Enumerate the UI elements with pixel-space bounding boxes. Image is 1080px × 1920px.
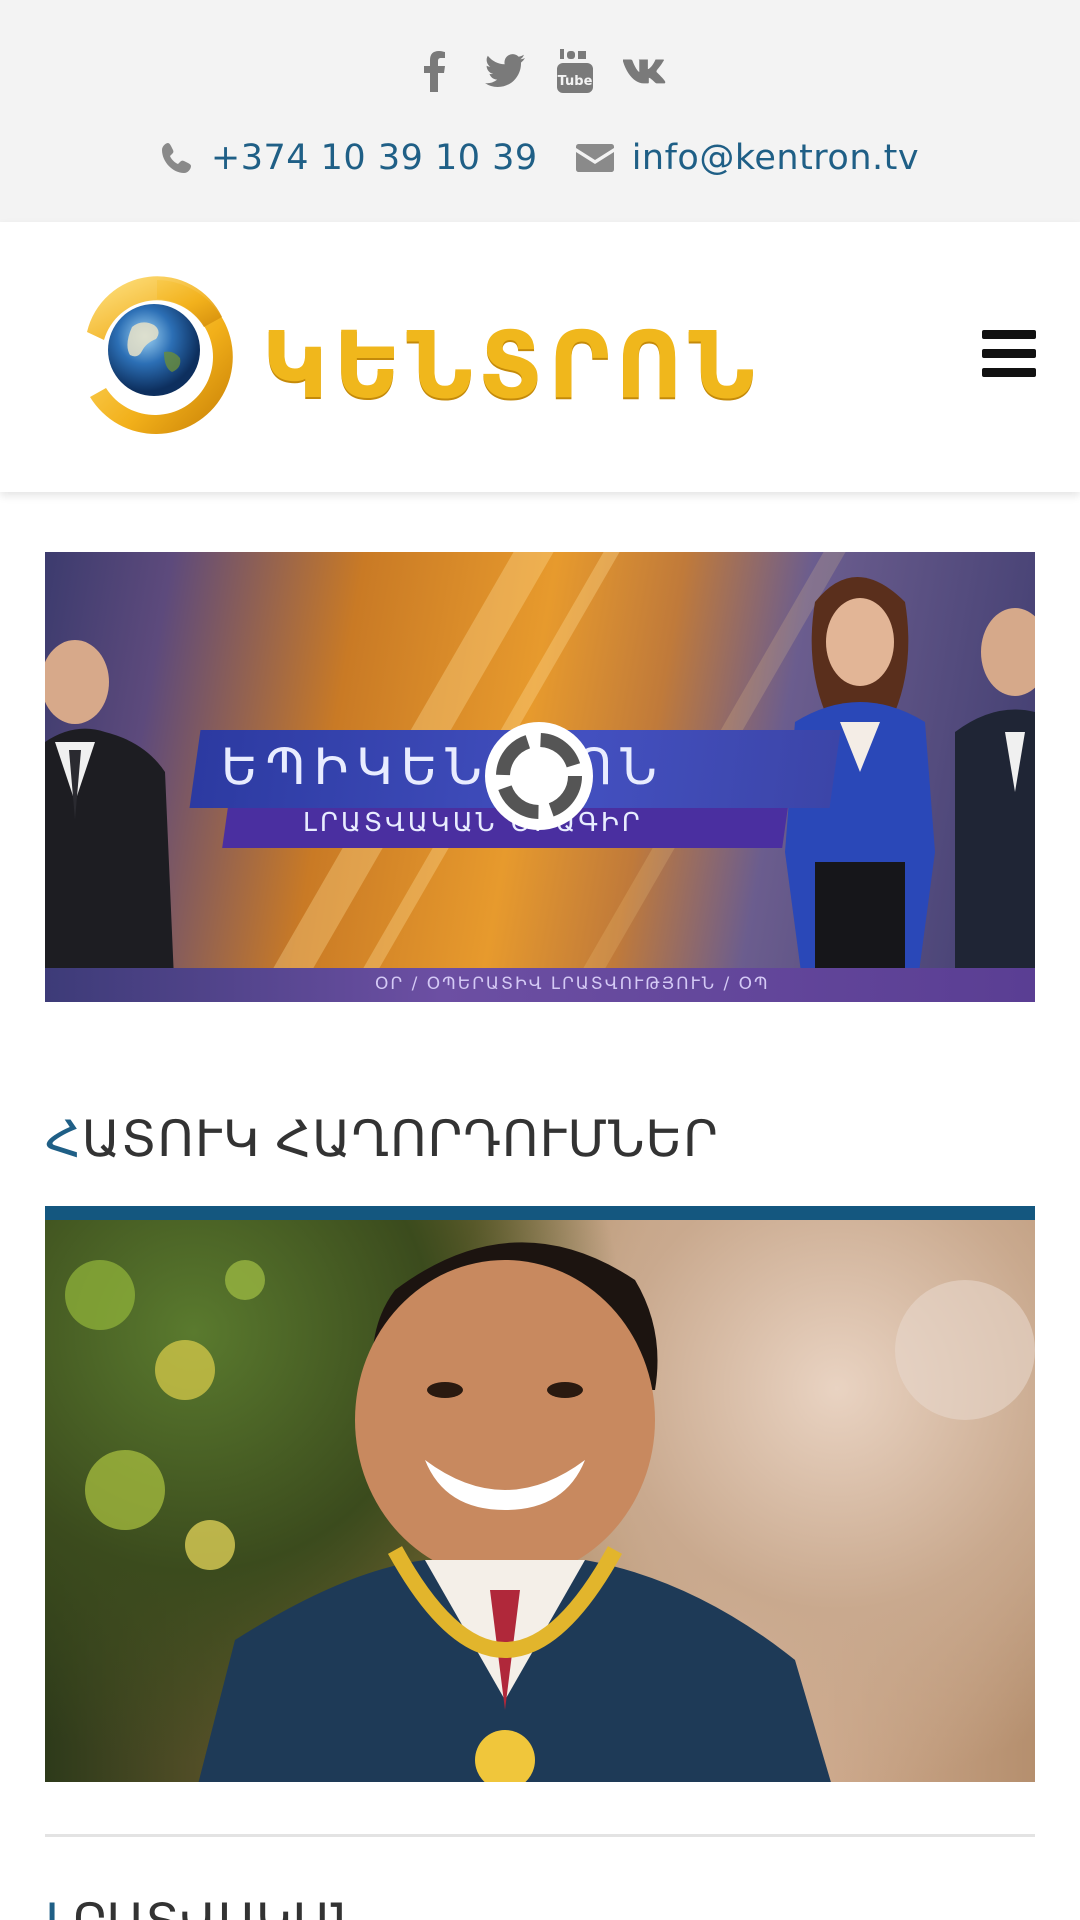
contact-info: +374 10 39 10 39 info@kentron.tv bbox=[0, 138, 1080, 178]
hero-title: ԵՊԻԿԵՆՏՐՈՆ bbox=[221, 738, 665, 796]
section-divider bbox=[45, 1834, 1035, 1837]
phone-icon bbox=[161, 143, 191, 173]
top-bar: Tube +374 10 39 10 39 info@kentron.tv bbox=[0, 0, 1080, 222]
globe-logo-icon bbox=[87, 276, 233, 434]
envelope-icon bbox=[575, 144, 614, 172]
phone-contact[interactable]: +374 10 39 10 39 bbox=[161, 138, 538, 178]
presenter-right-image bbox=[955, 608, 1035, 1002]
section-title-next: ԼՐԱՏՎԱԿԱՆ bbox=[45, 1892, 367, 1920]
facebook-icon[interactable] bbox=[413, 44, 457, 98]
video-player[interactable]: ԵՊԻԿԵՆՏՐՈՆ ԼՐԱՏՎԱԿԱՆ ԾՐԱԳԻՐ ՕՐ / ՕՊԵՐԱՏԻ… bbox=[45, 552, 1035, 1002]
hero-subtitle: ԼՐԱՏՎԱԿԱՆ ԾՐԱԳԻՐ bbox=[303, 808, 643, 838]
featured-article-image[interactable] bbox=[45, 1206, 1035, 1782]
youtube-icon[interactable]: Tube bbox=[553, 44, 597, 98]
section-title-rest: ԱՏՈՒԿ ՀԱՂՈՐԴՈՒՄՆԵՐ bbox=[81, 1111, 719, 1167]
social-links: Tube bbox=[0, 44, 1080, 98]
section-title-first-letter: Հ bbox=[45, 1111, 82, 1167]
email-contact[interactable]: info@kentron.tv bbox=[575, 138, 920, 178]
hamburger-menu-icon[interactable] bbox=[982, 330, 1036, 378]
phone-number: +374 10 39 10 39 bbox=[210, 138, 538, 178]
twitter-icon[interactable] bbox=[483, 44, 527, 98]
person-portrait-image bbox=[198, 1242, 831, 1782]
email-address: info@kentron.tv bbox=[631, 138, 920, 178]
loading-spinner-icon[interactable] bbox=[485, 722, 593, 830]
site-logo[interactable]: ԿԵՆՏՐՈՆ bbox=[72, 272, 755, 442]
logo-text: ԿԵՆՏՐՈՆ bbox=[262, 312, 761, 419]
section-title-next-first-letter: Լ bbox=[45, 1894, 72, 1920]
section-title-special: ՀԱՏՈՒԿ ՀԱՂՈՐԴՈՒՄՆԵՐ bbox=[45, 1110, 719, 1168]
svg-text:Tube: Tube bbox=[558, 74, 593, 89]
presenter-left-image bbox=[45, 640, 175, 1002]
site-header: ԿԵՆՏՐՈՆ bbox=[0, 222, 1080, 492]
section-title-next-rest: ՐԱՏՎԱԿԱՆ bbox=[72, 1894, 368, 1920]
vk-icon[interactable] bbox=[623, 44, 667, 98]
hero-ticker: ՕՐ / ՕՊԵՐԱՏԻՎ ԼՐԱՏՎՈՒԹՅՈՒՆ / ՕՊ bbox=[375, 974, 770, 994]
